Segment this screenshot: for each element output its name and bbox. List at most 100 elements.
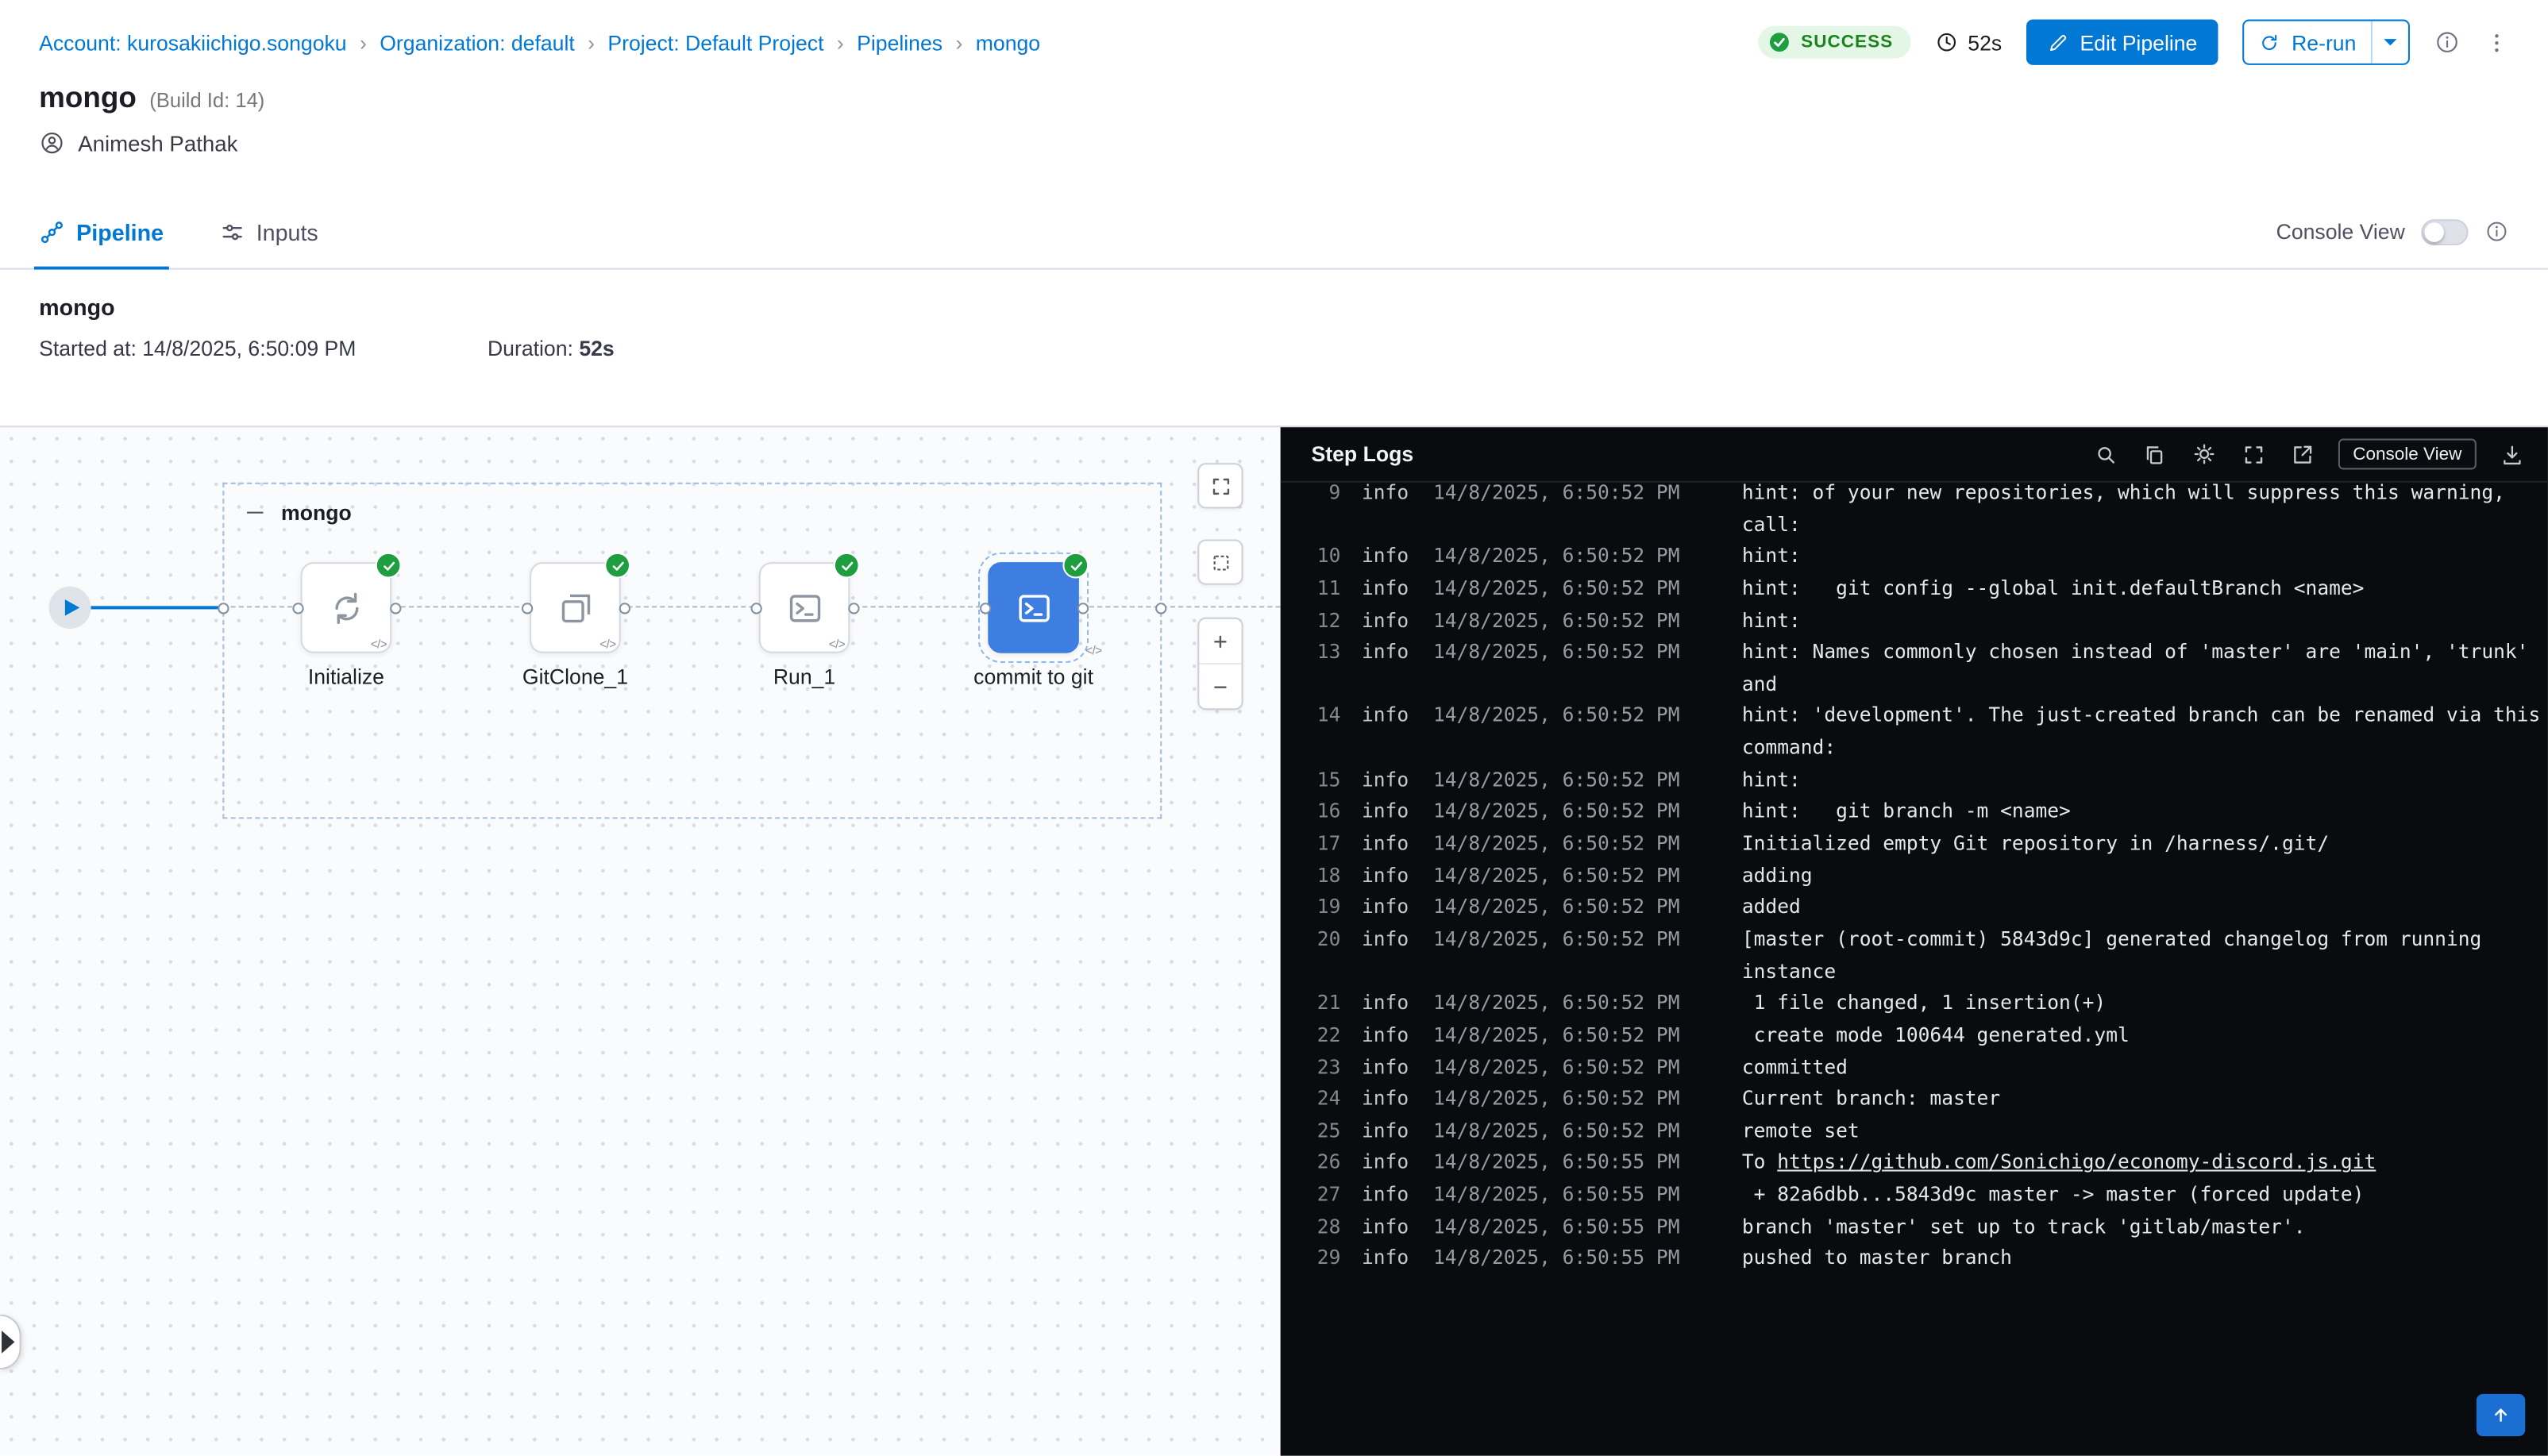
- log-timestamp: 14/8/2025, 6:50:52 PM: [1433, 1052, 1688, 1084]
- zoom-out-button[interactable]: [1199, 663, 1241, 708]
- log-line-number: 29: [1315, 1243, 1341, 1275]
- log-url-link[interactable]: https://github.com/Sonichigo/economy-dis…: [1777, 1151, 2376, 1174]
- console-view-info-icon[interactable]: [2484, 219, 2509, 244]
- breadcrumb-link[interactable]: Project: Default Project: [607, 30, 823, 55]
- kebab-menu-icon[interactable]: [2484, 30, 2509, 55]
- log-search-icon[interactable]: [2093, 441, 2119, 468]
- log-open-external-icon[interactable]: [2289, 441, 2315, 468]
- start-connector-line: [90, 606, 223, 608]
- step-logs-title: Step Logs: [1312, 442, 1414, 467]
- log-line-number: [1315, 510, 1341, 541]
- rerun-dropdown-button[interactable]: [2371, 21, 2408, 64]
- terminal-icon: [1013, 587, 1054, 628]
- status-label: SUCCESS: [1801, 33, 1893, 52]
- log-settings-gear-icon[interactable]: [2191, 441, 2218, 468]
- left-drawer-handle[interactable]: [0, 1315, 21, 1370]
- rerun-button[interactable]: Re-run: [2243, 20, 2410, 65]
- clone-icon: [555, 587, 596, 628]
- log-message: create mode 100644 generated.yml: [1742, 1020, 2130, 1052]
- pipeline-node-run_1[interactable]: </>: [759, 562, 850, 653]
- log-level: info: [1362, 1084, 1412, 1115]
- log-line-number: 16: [1315, 797, 1341, 829]
- canvas-fit-selection-button[interactable]: [1197, 539, 1243, 584]
- stage-name: mongo: [281, 500, 352, 525]
- pipeline-node-commit-to-git[interactable]: </>: [988, 562, 1079, 653]
- log-row: call:: [1281, 510, 2548, 541]
- log-level: [1362, 733, 1412, 765]
- build-id: (Build Id: 14): [149, 90, 264, 113]
- minus-icon: [247, 511, 263, 514]
- log-row: 28info14/8/2025, 6:50:55 PMbranch 'maste…: [1281, 1211, 2548, 1243]
- success-check-badge: [1062, 553, 1089, 579]
- log-timestamp: 14/8/2025, 6:50:52 PM: [1433, 605, 1688, 637]
- log-line-number: 9: [1315, 483, 1341, 510]
- log-level: info: [1362, 1211, 1412, 1243]
- log-message: hint:: [1742, 605, 1801, 637]
- console-view-toggle[interactable]: [2421, 218, 2468, 245]
- pipeline-start-node[interactable]: [48, 587, 91, 629]
- log-line-number: 24: [1315, 1084, 1341, 1115]
- log-download-icon[interactable]: [2500, 441, 2526, 468]
- log-row: 12info14/8/2025, 6:50:52 PMhint:: [1281, 605, 2548, 637]
- log-message: branch 'master' set up to track 'gitlab/…: [1742, 1211, 2306, 1243]
- run-info-strip: mongo Started at: 14/8/2025, 6:50:09 PM …: [0, 270, 2548, 426]
- run-started: Started at: 14/8/2025, 6:50:09 PM: [39, 337, 488, 361]
- log-level: [1362, 957, 1412, 988]
- duration-value: 52s: [1968, 30, 2002, 55]
- pencil-icon: [2048, 32, 2069, 53]
- duration-display: 52s: [1935, 30, 2002, 55]
- canvas-fullscreen-button[interactable]: [1197, 463, 1243, 508]
- log-message: [master (root-commit) 5843d9c] generated…: [1742, 924, 2481, 956]
- log-line-number: 11: [1315, 573, 1341, 605]
- breadcrumb-separator: ›: [955, 30, 962, 55]
- tab-inputs[interactable]: Inputs: [219, 195, 318, 268]
- success-check-badge: [376, 553, 402, 579]
- stage-collapse-button[interactable]: [247, 503, 267, 522]
- log-line-number: [1315, 733, 1341, 765]
- run-name: mongo: [39, 294, 2509, 320]
- rerun-refresh-icon: [2259, 32, 2280, 53]
- log-line-number: 23: [1315, 1052, 1341, 1084]
- log-level: info: [1362, 1052, 1412, 1084]
- log-rows[interactable]: 9info14/8/2025, 6:50:52 PMhint: of your …: [1281, 483, 2548, 1456]
- log-copy-icon[interactable]: [2141, 441, 2168, 468]
- log-level: [1362, 669, 1412, 701]
- breadcrumb-link[interactable]: mongo: [976, 30, 1040, 55]
- log-level: info: [1362, 924, 1412, 956]
- log-level: info: [1362, 573, 1412, 605]
- pipeline-node-gitclone_1[interactable]: </>: [530, 562, 621, 653]
- workspace: mongo </>Initialize</>Git: [0, 426, 2548, 1455]
- log-message: command:: [1742, 733, 1836, 765]
- selection-box-icon: [1208, 550, 1233, 575]
- log-level: info: [1362, 1148, 1412, 1180]
- log-level: info: [1362, 988, 1412, 1020]
- console-view-button[interactable]: Console View: [2338, 439, 2477, 470]
- log-timestamp: 14/8/2025, 6:50:52 PM: [1433, 573, 1688, 605]
- log-line-number: 27: [1315, 1180, 1341, 1211]
- edit-pipeline-button[interactable]: Edit Pipeline: [2026, 20, 2218, 65]
- log-message: To https://github.com/Sonichigo/economy-…: [1742, 1148, 2376, 1180]
- log-row: 26info14/8/2025, 6:50:55 PMTo https://gi…: [1281, 1148, 2548, 1180]
- breadcrumb-link[interactable]: Organization: default: [380, 30, 575, 55]
- breadcrumb-link[interactable]: Pipelines: [857, 30, 942, 55]
- info-icon[interactable]: [2434, 29, 2461, 56]
- code-glyph: </>: [371, 637, 387, 651]
- log-level: info: [1362, 861, 1412, 892]
- author-name: Animesh Pathak: [78, 131, 237, 156]
- success-check-badge: [834, 553, 860, 579]
- pipeline-node-initialize[interactable]: </>: [301, 562, 392, 653]
- log-timestamp: 14/8/2025, 6:50:52 PM: [1433, 861, 1688, 892]
- zoom-in-button[interactable]: [1199, 619, 1241, 663]
- tab-pipeline[interactable]: Pipeline: [39, 195, 164, 268]
- scroll-to-top-button[interactable]: [2477, 1394, 2525, 1436]
- log-fullscreen-icon[interactable]: [2241, 441, 2267, 468]
- log-row: command:: [1281, 733, 2548, 765]
- log-timestamp: 14/8/2025, 6:50:52 PM: [1433, 1020, 1688, 1052]
- log-line-number: 14: [1315, 701, 1341, 733]
- play-icon: [65, 599, 79, 615]
- log-level: info: [1362, 1243, 1412, 1275]
- breadcrumb-link[interactable]: Account: kurosakiichigo.songoku: [39, 30, 346, 55]
- rerun-label: Re-run: [2292, 30, 2356, 55]
- log-timestamp: 14/8/2025, 6:50:52 PM: [1433, 988, 1688, 1020]
- log-row: 13info14/8/2025, 6:50:52 PMhint: Names c…: [1281, 637, 2548, 669]
